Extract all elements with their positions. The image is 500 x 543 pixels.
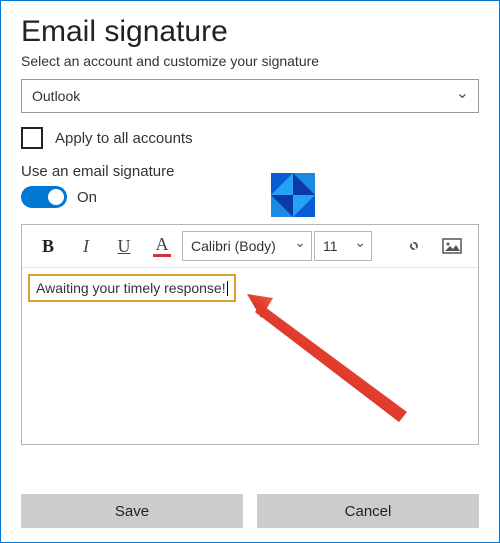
link-button[interactable] — [396, 231, 432, 261]
font-size-select[interactable]: 11 — [314, 231, 372, 261]
toggle-state-label: On — [77, 189, 97, 206]
underline-button[interactable]: U — [106, 231, 142, 261]
apply-all-checkbox[interactable] — [21, 127, 43, 149]
font-family-select[interactable]: Calibri (Body) — [182, 231, 312, 261]
signature-editor: B I U A Calibri (Body) 11 — [21, 224, 479, 445]
link-icon — [404, 239, 424, 253]
signature-toggle[interactable] — [21, 186, 67, 208]
annotation-arrow — [247, 294, 417, 424]
save-button[interactable]: Save — [21, 494, 243, 528]
italic-button[interactable]: I — [68, 231, 104, 261]
app-logo-icon — [271, 173, 315, 217]
account-select[interactable]: Outlook — [21, 79, 479, 113]
apply-all-label: Apply to all accounts — [55, 130, 193, 147]
page-subtitle: Select an account and customize your sig… — [21, 53, 479, 69]
font-color-button[interactable]: A — [144, 231, 180, 261]
bold-button[interactable]: B — [30, 231, 66, 261]
image-button[interactable] — [434, 231, 470, 261]
editor-toolbar: B I U A Calibri (Body) 11 — [22, 225, 478, 268]
page-title: Email signature — [21, 15, 479, 49]
cancel-button[interactable]: Cancel — [257, 494, 479, 528]
use-signature-label: Use an email signature — [21, 163, 479, 180]
image-icon — [442, 238, 462, 254]
signature-text-selection: Awaiting your timely response! — [28, 274, 236, 302]
editor-textarea[interactable]: Awaiting your timely response! — [22, 268, 478, 444]
